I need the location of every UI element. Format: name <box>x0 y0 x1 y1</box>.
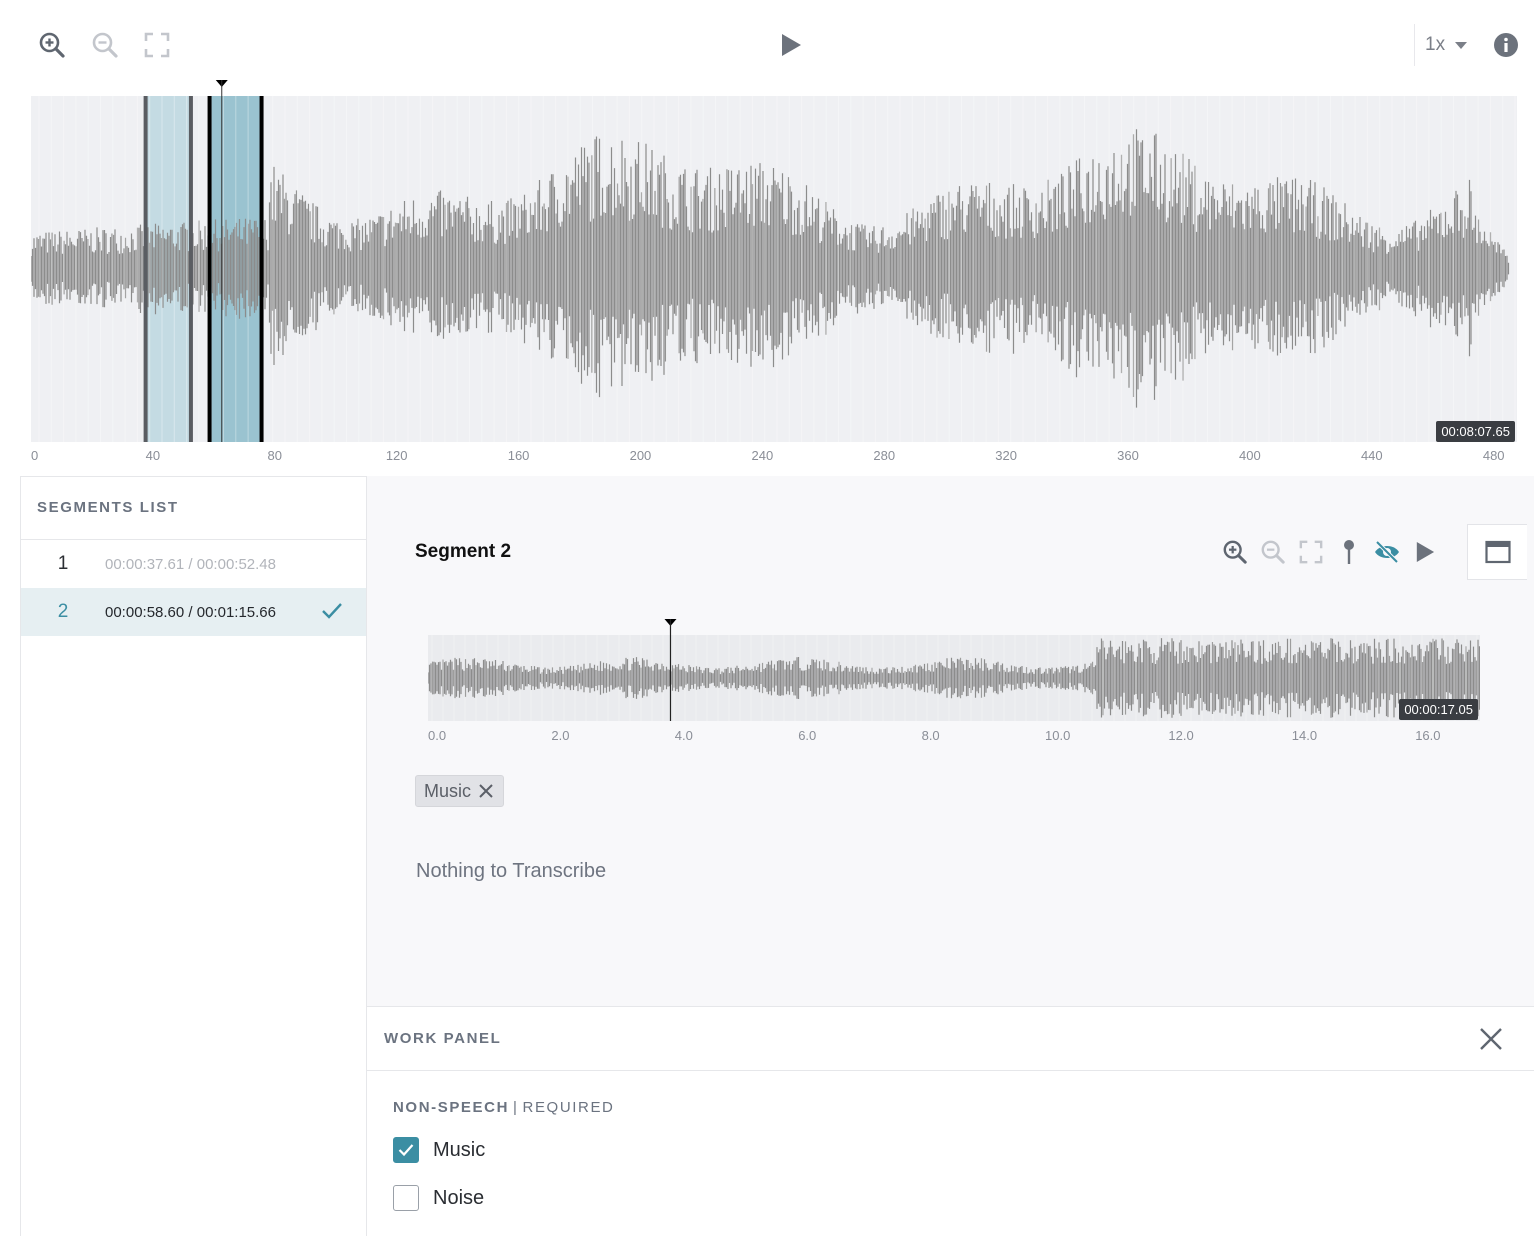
zoom-in-icon <box>1223 540 1247 564</box>
play-icon <box>1416 542 1435 562</box>
segment-play-button[interactable] <box>1409 536 1441 568</box>
close-icon <box>1480 1028 1502 1050</box>
close-work-panel-button[interactable] <box>1477 1025 1505 1053</box>
time-tick: 6.0 <box>798 728 817 743</box>
work-panel: WORK PANEL NON-SPEECH | REQUIRED Music Noi… <box>367 1006 1534 1236</box>
time-tick: 120 <box>385 448 408 463</box>
work-panel-title: WORK PANEL <box>384 1030 502 1047</box>
time-tick: 16.0 <box>1415 728 1441 743</box>
tag-label: Music <box>424 780 472 801</box>
check-icon <box>322 603 342 619</box>
zoom-in-button[interactable] <box>34 27 70 63</box>
main-playhead[interactable] <box>0 78 1534 444</box>
music-label: Music <box>433 1138 486 1161</box>
segment-toolbar <box>1219 536 1441 568</box>
time-tick: 360 <box>1117 448 1139 463</box>
segment-pin-button[interactable] <box>1333 536 1365 568</box>
time-tick: 12.0 <box>1168 728 1194 743</box>
fit-screen-icon <box>144 32 170 58</box>
segment-row[interactable]: 2 00:00:58.60 / 00:01:15.66 <box>21 588 366 636</box>
segment-zoom-in-button[interactable] <box>1219 536 1251 568</box>
segment-row[interactable]: 1 00:00:37.61 / 00:00:52.48 <box>21 540 366 588</box>
segment-time-range: 00:00:58.60 / 00:01:15.66 <box>105 603 276 621</box>
time-tick: 280 <box>873 448 896 463</box>
fit-screen-icon <box>1299 540 1323 564</box>
main-toolbar: 1x <box>0 0 1534 90</box>
segment-hide-button[interactable] <box>1371 536 1403 568</box>
time-tick: 400 <box>1239 448 1261 463</box>
detach-window-button[interactable] <box>1467 524 1527 580</box>
time-tick: 240 <box>751 448 774 463</box>
time-tick: 40 <box>145 448 161 463</box>
time-tick: 440 <box>1360 448 1383 463</box>
segment-time-range: 00:00:37.61 / 00:00:52.48 <box>105 555 276 573</box>
zoom-out-icon <box>1261 540 1285 564</box>
time-tick: 320 <box>995 448 1017 463</box>
pin-icon <box>1344 540 1354 564</box>
chevron-down-icon <box>1455 41 1468 49</box>
required-label: REQUIRED <box>522 1099 615 1116</box>
zoom-out-button[interactable] <box>87 27 123 63</box>
segments-list-panel: SEGMENTS LIST 1 00:00:37.61 / 00:00:52.48… <box>20 476 367 1236</box>
time-tick: 0.0 <box>428 728 447 743</box>
window-icon <box>1484 540 1511 564</box>
segment-time-axis: 0.0 2.0 4.0 6.0 8.0 10.0 12.0 14.0 16.0 <box>428 728 1480 748</box>
segment-number: 2 <box>57 601 69 622</box>
time-tick: 2.0 <box>551 728 570 743</box>
option-music[interactable]: Music <box>393 1137 485 1163</box>
time-tick: 4.0 <box>674 728 693 743</box>
close-icon <box>479 784 493 798</box>
work-panel-header: WORK PANEL <box>367 1007 1534 1071</box>
time-tick: 200 <box>629 448 652 463</box>
play-button[interactable] <box>773 27 809 63</box>
option-noise[interactable]: Noise <box>393 1185 484 1211</box>
noise-checkbox[interactable] <box>393 1185 419 1211</box>
segment-number: 1 <box>57 553 69 574</box>
check-icon <box>398 1144 414 1157</box>
zoom-in-icon <box>39 32 65 58</box>
segment-detail-panel: Segment 2 00:00:17.05 0.0 2.0 4.0 6.0 8.… <box>367 476 1534 1006</box>
segments-list-title: SEGMENTS LIST <box>21 477 366 540</box>
segment-playhead[interactable] <box>367 616 1534 722</box>
time-tick: 160 <box>507 448 530 463</box>
time-tick: 8.0 <box>921 728 940 743</box>
time-tick: 80 <box>267 448 283 463</box>
fit-screen-button[interactable] <box>139 27 175 63</box>
non-speech-group-label: NON-SPEECH | REQUIRED <box>393 1099 615 1116</box>
remove-tag-button[interactable] <box>479 784 493 798</box>
info-button[interactable] <box>1488 27 1524 63</box>
group-name: NON-SPEECH <box>393 1099 510 1116</box>
playback-speed-select[interactable]: 1x <box>1414 24 1482 66</box>
time-tick: 10.0 <box>1045 728 1071 743</box>
hide-icon <box>1375 540 1399 564</box>
transcription-placeholder[interactable]: Nothing to Transcribe <box>416 860 606 883</box>
time-tick: 14.0 <box>1291 728 1318 743</box>
playback-speed-value: 1x <box>1425 34 1446 55</box>
time-tick: 0 <box>31 448 39 463</box>
main-time-axis: 0 40 80 120 160 200 240 280 320 360 400 440 480 <box>31 448 1517 470</box>
segment-zoom-out-button[interactable] <box>1257 536 1289 568</box>
group-separator: | <box>513 1099 519 1116</box>
info-icon <box>1494 33 1518 57</box>
tag-chip: Music <box>415 775 505 807</box>
music-checkbox[interactable] <box>393 1137 419 1163</box>
segment-fit-button[interactable] <box>1295 536 1327 568</box>
segment-title: Segment 2 <box>415 541 512 562</box>
zoom-out-icon <box>92 32 118 58</box>
time-tick: 480 <box>1482 448 1505 463</box>
play-icon <box>782 34 801 56</box>
noise-label: Noise <box>433 1186 485 1209</box>
